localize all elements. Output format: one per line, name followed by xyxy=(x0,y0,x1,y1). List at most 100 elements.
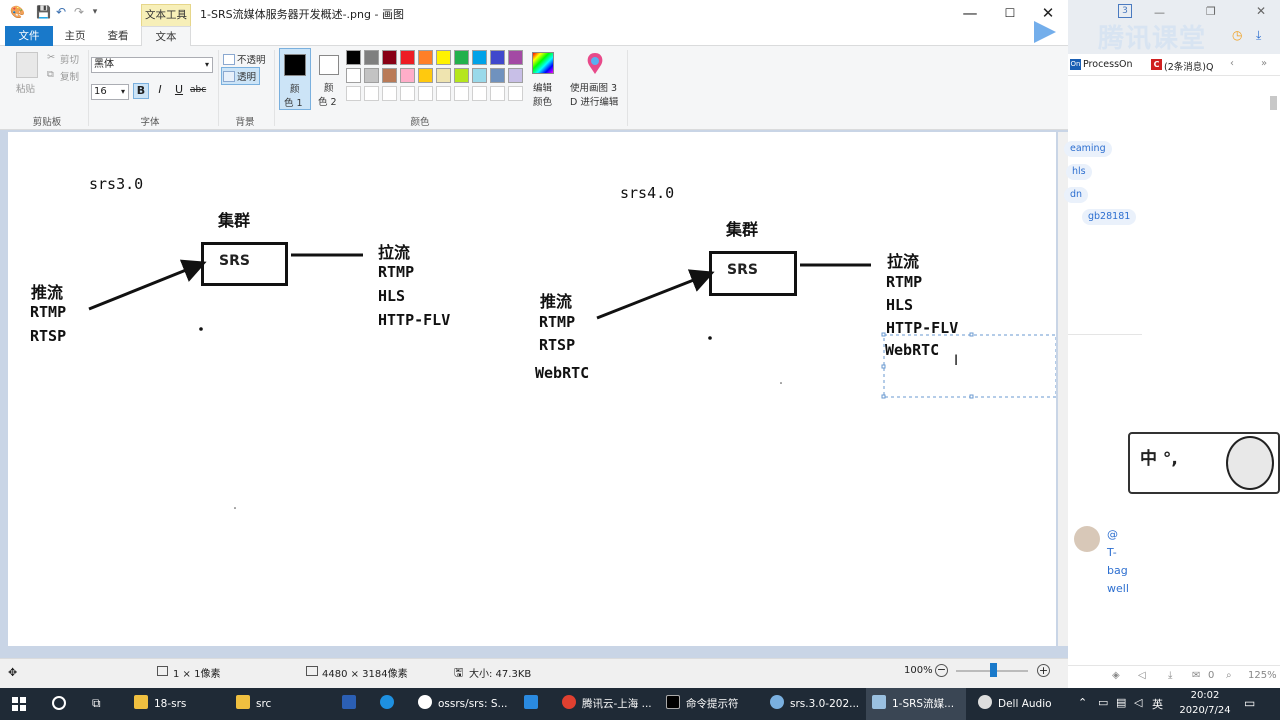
palette-swatch[interactable] xyxy=(490,50,505,65)
paint3d-label-b[interactable]: D 进行编辑 xyxy=(570,94,618,108)
palette-swatch[interactable] xyxy=(472,68,487,83)
close-icon[interactable]: ✕ xyxy=(1256,4,1266,18)
tab-file[interactable]: 文件 xyxy=(5,26,53,46)
palette-swatch[interactable] xyxy=(418,86,433,101)
edit-colors-label-a[interactable]: 编辑 xyxy=(533,80,552,94)
download-icon[interactable]: ⤓ xyxy=(1168,670,1172,681)
tag-chip[interactable]: hls xyxy=(1066,164,1092,180)
copy-button[interactable]: 复制 xyxy=(60,69,79,83)
tab-home[interactable]: 主页 xyxy=(56,26,94,46)
color1-button[interactable]: 颜 色 1 xyxy=(279,48,311,110)
vertical-scrollbar[interactable] xyxy=(1058,132,1068,646)
task-view-icon[interactable]: ⧉ xyxy=(92,696,101,711)
palette-swatch[interactable] xyxy=(400,50,415,65)
palette-swatch[interactable] xyxy=(508,50,523,65)
download-icon[interactable]: ⤓ xyxy=(1256,28,1261,43)
taskbar-item-vscode[interactable] xyxy=(518,688,546,720)
customize-toolbar-icon[interactable]: ▾ xyxy=(88,5,102,19)
taskbar-item[interactable]: 命令提示符 xyxy=(660,688,756,720)
palette-swatch[interactable] xyxy=(508,86,523,101)
drawing-canvas[interactable]: srs3.0 集群 SRS 拉流 RTMP HLS HTTP-FLV 推流 RT… xyxy=(8,132,1056,646)
zoom-slider-thumb[interactable] xyxy=(990,663,997,677)
taskbar-item[interactable]: 18-srs xyxy=(128,688,220,720)
palette-swatch[interactable] xyxy=(364,50,379,65)
palette-swatch[interactable] xyxy=(472,50,487,65)
palette-swatch[interactable] xyxy=(400,68,415,83)
clock-date[interactable]: 2020/7/24 xyxy=(1176,705,1234,716)
color2-button[interactable]: 颜 色 2 xyxy=(314,48,344,110)
text-selection-box[interactable] xyxy=(883,334,1056,398)
volume-icon[interactable]: ◁ xyxy=(1134,696,1142,709)
palette-swatch[interactable] xyxy=(382,68,397,83)
bookmark-csdn[interactable]: (2条消息)Q xyxy=(1164,59,1213,73)
taskbar-item[interactable]: Dell Audio xyxy=(972,688,1068,720)
tab-view[interactable]: 查看 xyxy=(98,26,138,46)
underline-button[interactable]: U xyxy=(171,83,187,99)
paint3d-icon[interactable] xyxy=(584,52,606,76)
palette-swatch[interactable] xyxy=(490,86,505,101)
bookmark-processon[interactable]: ProcessOn xyxy=(1083,59,1133,70)
palette-swatch[interactable] xyxy=(346,50,361,65)
tab-text[interactable]: 文本 xyxy=(141,26,191,47)
taskbar-item-word[interactable] xyxy=(336,688,364,720)
paint3d-label-a[interactable]: 使用画图 3 xyxy=(570,80,617,94)
palette-swatch[interactable] xyxy=(400,86,415,101)
palette-swatch[interactable] xyxy=(454,50,469,65)
windows-start-icon[interactable] xyxy=(12,697,26,711)
sound-icon[interactable]: ◁ xyxy=(1138,670,1146,681)
tray-icon[interactable]: ▭ xyxy=(1098,696,1108,709)
tray-chevron-icon[interactable]: ⌃ xyxy=(1078,696,1087,709)
bold-button[interactable]: B xyxy=(133,83,149,99)
edit-colors-label-b[interactable]: 颜色 xyxy=(533,94,552,108)
zoom-in-button[interactable]: + xyxy=(1037,664,1050,677)
ime-icon[interactable]: 英 xyxy=(1152,696,1163,712)
tag-chip[interactable]: dn xyxy=(1064,187,1089,203)
cut-icon[interactable]: ✂ xyxy=(47,52,55,63)
palette-swatch[interactable] xyxy=(436,50,451,65)
notification-icon[interactable]: ▭ xyxy=(1244,696,1255,710)
italic-button[interactable]: I xyxy=(152,83,168,99)
palette-swatch[interactable] xyxy=(382,86,397,101)
zoom-out-button[interactable]: − xyxy=(935,664,948,677)
palette-swatch[interactable] xyxy=(364,68,379,83)
right-scrollbar-thumb[interactable] xyxy=(1270,96,1277,110)
palette-swatch[interactable] xyxy=(454,86,469,101)
taskbar-item[interactable]: src xyxy=(230,688,322,720)
message-icon[interactable]: ✉ xyxy=(1192,670,1200,681)
taskbar-item[interactable]: srs.3.0-202... xyxy=(764,688,860,720)
more-bookmarks-icon[interactable]: » xyxy=(1261,58,1267,69)
palette-swatch[interactable] xyxy=(418,50,433,65)
tag-chip[interactable]: eaming xyxy=(1064,141,1112,157)
search-icon[interactable]: ⌕ xyxy=(1226,670,1232,681)
palette-swatch[interactable] xyxy=(472,86,487,101)
palette-swatch[interactable] xyxy=(382,50,397,65)
network-icon[interactable]: ▤ xyxy=(1116,696,1126,709)
taskbar-item-active[interactable]: 1-SRS流媒... xyxy=(866,688,966,720)
opaque-option[interactable]: 不透明 xyxy=(223,52,266,66)
palette-swatch[interactable] xyxy=(436,68,451,83)
taskbar-item[interactable]: 腾讯云-上海 ... xyxy=(556,688,652,720)
undo-icon[interactable]: ↶ xyxy=(54,5,68,19)
taskbar-item[interactable]: ossrs/srs: S... xyxy=(412,688,508,720)
palette-swatch[interactable] xyxy=(418,68,433,83)
paste-icon[interactable] xyxy=(16,52,38,78)
tag-chip[interactable]: gb28181 xyxy=(1082,209,1137,225)
copy-icon[interactable]: ⧉ xyxy=(47,69,54,80)
palette-swatch[interactable] xyxy=(454,68,469,83)
maximize-button[interactable]: ☐ xyxy=(990,0,1030,26)
restore-icon[interactable]: ❐ xyxy=(1206,5,1216,18)
palette-swatch[interactable] xyxy=(346,86,361,101)
edit-colors-icon[interactable] xyxy=(532,52,554,74)
tab-count-badge[interactable]: 3 xyxy=(1118,4,1132,18)
redo-icon[interactable]: ↷ xyxy=(72,5,86,19)
avatar[interactable] xyxy=(1074,526,1100,552)
minimize-button[interactable]: — xyxy=(950,0,990,26)
font-family-select[interactable]: 黑体 ▾ xyxy=(91,57,213,73)
font-size-select[interactable]: 16 ▾ xyxy=(91,84,129,100)
palette-swatch[interactable] xyxy=(364,86,379,101)
save-icon[interactable]: 💾 xyxy=(36,5,51,19)
palette-swatch[interactable] xyxy=(346,68,361,83)
taskbar-item-app[interactable] xyxy=(374,688,402,720)
cortana-icon[interactable] xyxy=(52,696,66,710)
cut-button[interactable]: 剪切 xyxy=(60,52,79,66)
